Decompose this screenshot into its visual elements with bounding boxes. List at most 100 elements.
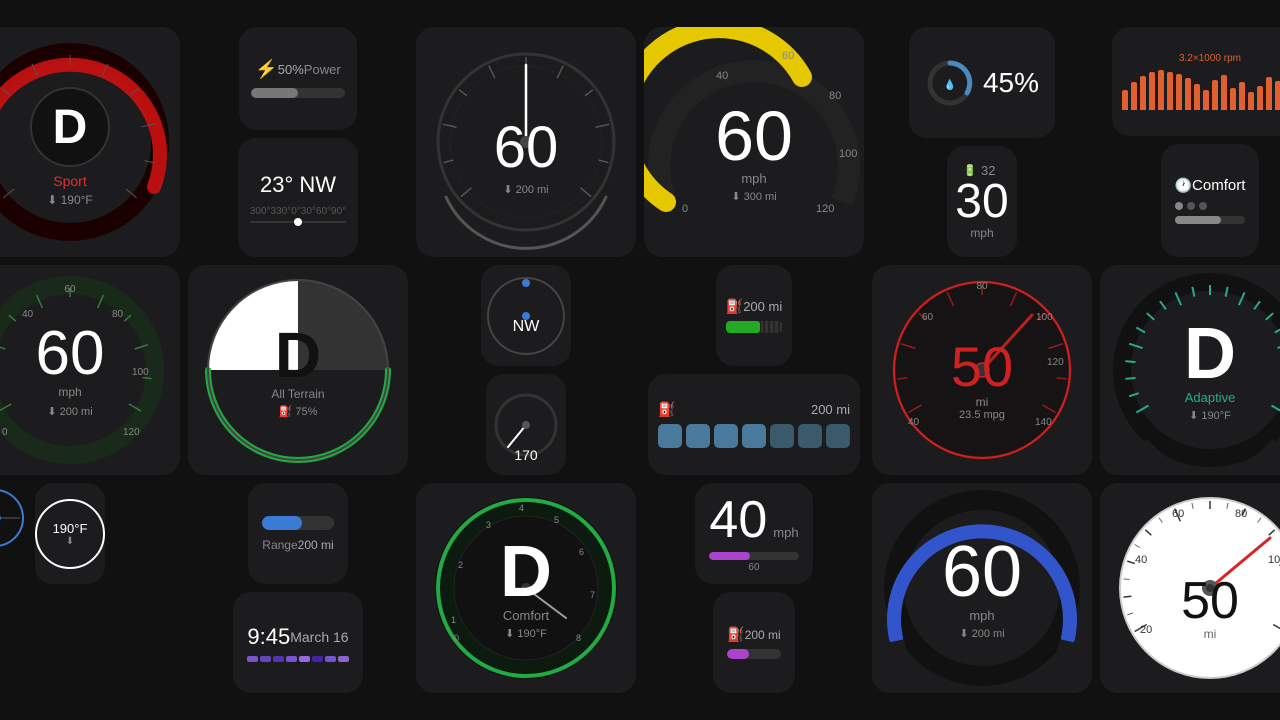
temp-r3c1: 190°F	[53, 521, 88, 536]
gauge-170: 170	[514, 447, 537, 463]
svg-text:0: 0	[454, 633, 459, 643]
battery-45: 45%	[983, 67, 1039, 99]
widget-compass-bot: 23° NW 300°330°0°30°60°90°	[238, 138, 358, 257]
widget-sport-speed: D Sport ⬇ 190°F	[0, 27, 180, 257]
svg-text:40: 40	[22, 309, 34, 320]
comfort-label: Comfort	[1192, 177, 1245, 194]
widget-fuel-purple: ⛽ 200 mi	[713, 592, 794, 693]
widget-speed-red-needle: 40 60 80 100 120 140 50 mi 23.5 mpg	[872, 265, 1092, 475]
widget-compass-nw: NW	[481, 265, 571, 366]
widget-temp-circle: 190°F ⬇	[35, 483, 105, 584]
odo-r3c5: 200 mi	[972, 628, 1005, 640]
widget-fuel-green: ⛽ 200 mi	[716, 265, 792, 366]
svg-text:80: 80	[112, 309, 124, 320]
fuel-icon-purple: ⛽	[727, 626, 744, 643]
d-label-r3c3: D	[500, 536, 552, 608]
svg-text:100: 100	[839, 148, 857, 160]
fuel-r2c2: 75%	[295, 406, 317, 418]
widget-d-comfort-green: 1 2 3 4 5 6 7 8 0 D Comfort ⬇ 190°F	[416, 483, 636, 693]
svg-text:80: 80	[976, 281, 988, 292]
speed-r3c5: 60	[942, 536, 1022, 608]
svg-text:120: 120	[1047, 357, 1064, 368]
speed-60-r1c4: 60	[715, 101, 793, 171]
svg-text:60: 60	[64, 284, 76, 295]
dashboard-grid: D Sport ⬇ 190°F ⚡ 50% Power 23° NW	[0, 17, 1280, 703]
widget-allterrain: D All Terrain ⛽ 75%	[188, 265, 408, 475]
d-label-r2c6: D	[1184, 318, 1236, 390]
svg-text:7: 7	[590, 590, 595, 600]
svg-text:120: 120	[123, 427, 140, 438]
svg-text:6: 6	[579, 547, 584, 557]
fuel-value-purple: 200 mi	[745, 628, 781, 642]
svg-text:80: 80	[1235, 508, 1247, 520]
widget-d-adaptive: D Adaptive ⬇ 190°F	[1100, 265, 1280, 475]
widget-speed-40: 40 mph 60	[695, 483, 812, 584]
widget-white-speedo: 20 40 60 80 100 50 mi	[1100, 483, 1280, 693]
widget-stack-r1c5: 💧 45% 🔋 32 30 mph	[872, 27, 1092, 257]
svg-text:4: 4	[519, 503, 524, 513]
sublabel-r2c2: All Terrain	[271, 387, 324, 401]
widget-speed-dark: 60 ⬇ 200 mi	[416, 27, 636, 257]
fuel-icon-bot: ⛽	[658, 401, 675, 418]
widget-stack-r2c3: NW 170	[416, 265, 636, 475]
bearing-label: 23° NW	[260, 172, 336, 198]
svg-text:60: 60	[782, 50, 794, 62]
temp-r2c6: 190°F	[1201, 410, 1230, 422]
widget-battery-top: ⚡ 50% Power	[239, 27, 356, 130]
fuel-value-bot: 200 mi	[811, 402, 850, 417]
speed-60-r1c3: 60	[494, 119, 559, 177]
temp-r1c1: 190°F	[61, 193, 93, 207]
date-r3c2: March 16	[290, 629, 348, 645]
clock-icon: 🕐	[1175, 177, 1192, 194]
comfort-sublabel-r3c3: Comfort	[500, 608, 552, 623]
power-label: Power	[304, 62, 341, 77]
svg-text:3: 3	[486, 520, 491, 530]
range-value: 200 mi	[298, 538, 334, 552]
svg-text:40: 40	[716, 70, 728, 82]
widget-comfort: 🕐 Comfort	[1161, 144, 1260, 257]
widget-speed-30: 🔋 32 30 mph	[947, 146, 1016, 257]
speed-d-label: D	[53, 100, 88, 155]
fuel-value-top: 200 mi	[743, 299, 782, 314]
widget-fuel-dots: ⛽ 200 mi	[648, 374, 860, 475]
widget-clock: 9:45 March 16	[233, 592, 362, 693]
widget-battery-pct: 💧 45%	[909, 27, 1055, 138]
widget-stack-r2c4: ⛽ 200 mi ⛽	[644, 265, 864, 475]
speed-r3c6: 50	[1181, 575, 1239, 627]
sub-r2c5: 23.5 mpg	[951, 409, 1013, 421]
speed-r2c1: 60	[36, 323, 105, 385]
svg-text:120: 120	[816, 203, 834, 215]
range-label: Range	[262, 538, 297, 552]
svg-text:140: 140	[1035, 417, 1052, 428]
svg-text:20: 20	[1140, 624, 1152, 636]
svg-text:100: 100	[1268, 554, 1280, 566]
rpm-label: 3.2×1000 rpm	[1179, 53, 1241, 64]
widget-stack-r1c2: ⚡ 50% Power 23° NW 300°330°0°30°60°90°	[188, 27, 408, 257]
svg-text:💧: 💧	[944, 78, 956, 91]
svg-text:40: 40	[908, 417, 920, 428]
widget-rpm: 3.2×1000 rpm	[1112, 27, 1280, 136]
widget-stack-r3c1: 190°F ⬇	[0, 483, 180, 693]
odo-r2c1: 200 mi	[60, 406, 93, 418]
bolt-icon: ⚡	[255, 59, 277, 80]
widget-speed-yellow: 0 40 60 80 100 120 60 mph ⬇ 300 mi	[644, 27, 864, 257]
speed-30: 30	[955, 178, 1008, 226]
svg-text:60: 60	[1172, 508, 1184, 520]
widget-stack-r3c4: 40 mph 60 ⛽ 200 mi	[644, 483, 864, 693]
svg-text:80: 80	[829, 90, 841, 102]
svg-text:2: 2	[458, 560, 463, 570]
bar-value-40: 60	[709, 562, 798, 573]
widget-range: Range 200 mi	[248, 483, 347, 584]
unit-40: mph	[773, 525, 798, 540]
unit-r1c5: mph	[970, 226, 993, 240]
svg-text:0: 0	[2, 427, 8, 438]
svg-text:NW: NW	[513, 318, 541, 335]
temp-r3c3: 190°F	[517, 628, 546, 640]
svg-text:1: 1	[451, 615, 456, 625]
odo-r1c4: 300 mi	[744, 191, 777, 203]
svg-text:60: 60	[922, 312, 934, 323]
svg-text:0: 0	[682, 203, 688, 215]
svg-text:40: 40	[1135, 554, 1147, 566]
mode-sport-label: Sport	[30, 173, 110, 189]
widget-stack-r3c2: Range 200 mi 9:45 March 16	[188, 483, 408, 693]
